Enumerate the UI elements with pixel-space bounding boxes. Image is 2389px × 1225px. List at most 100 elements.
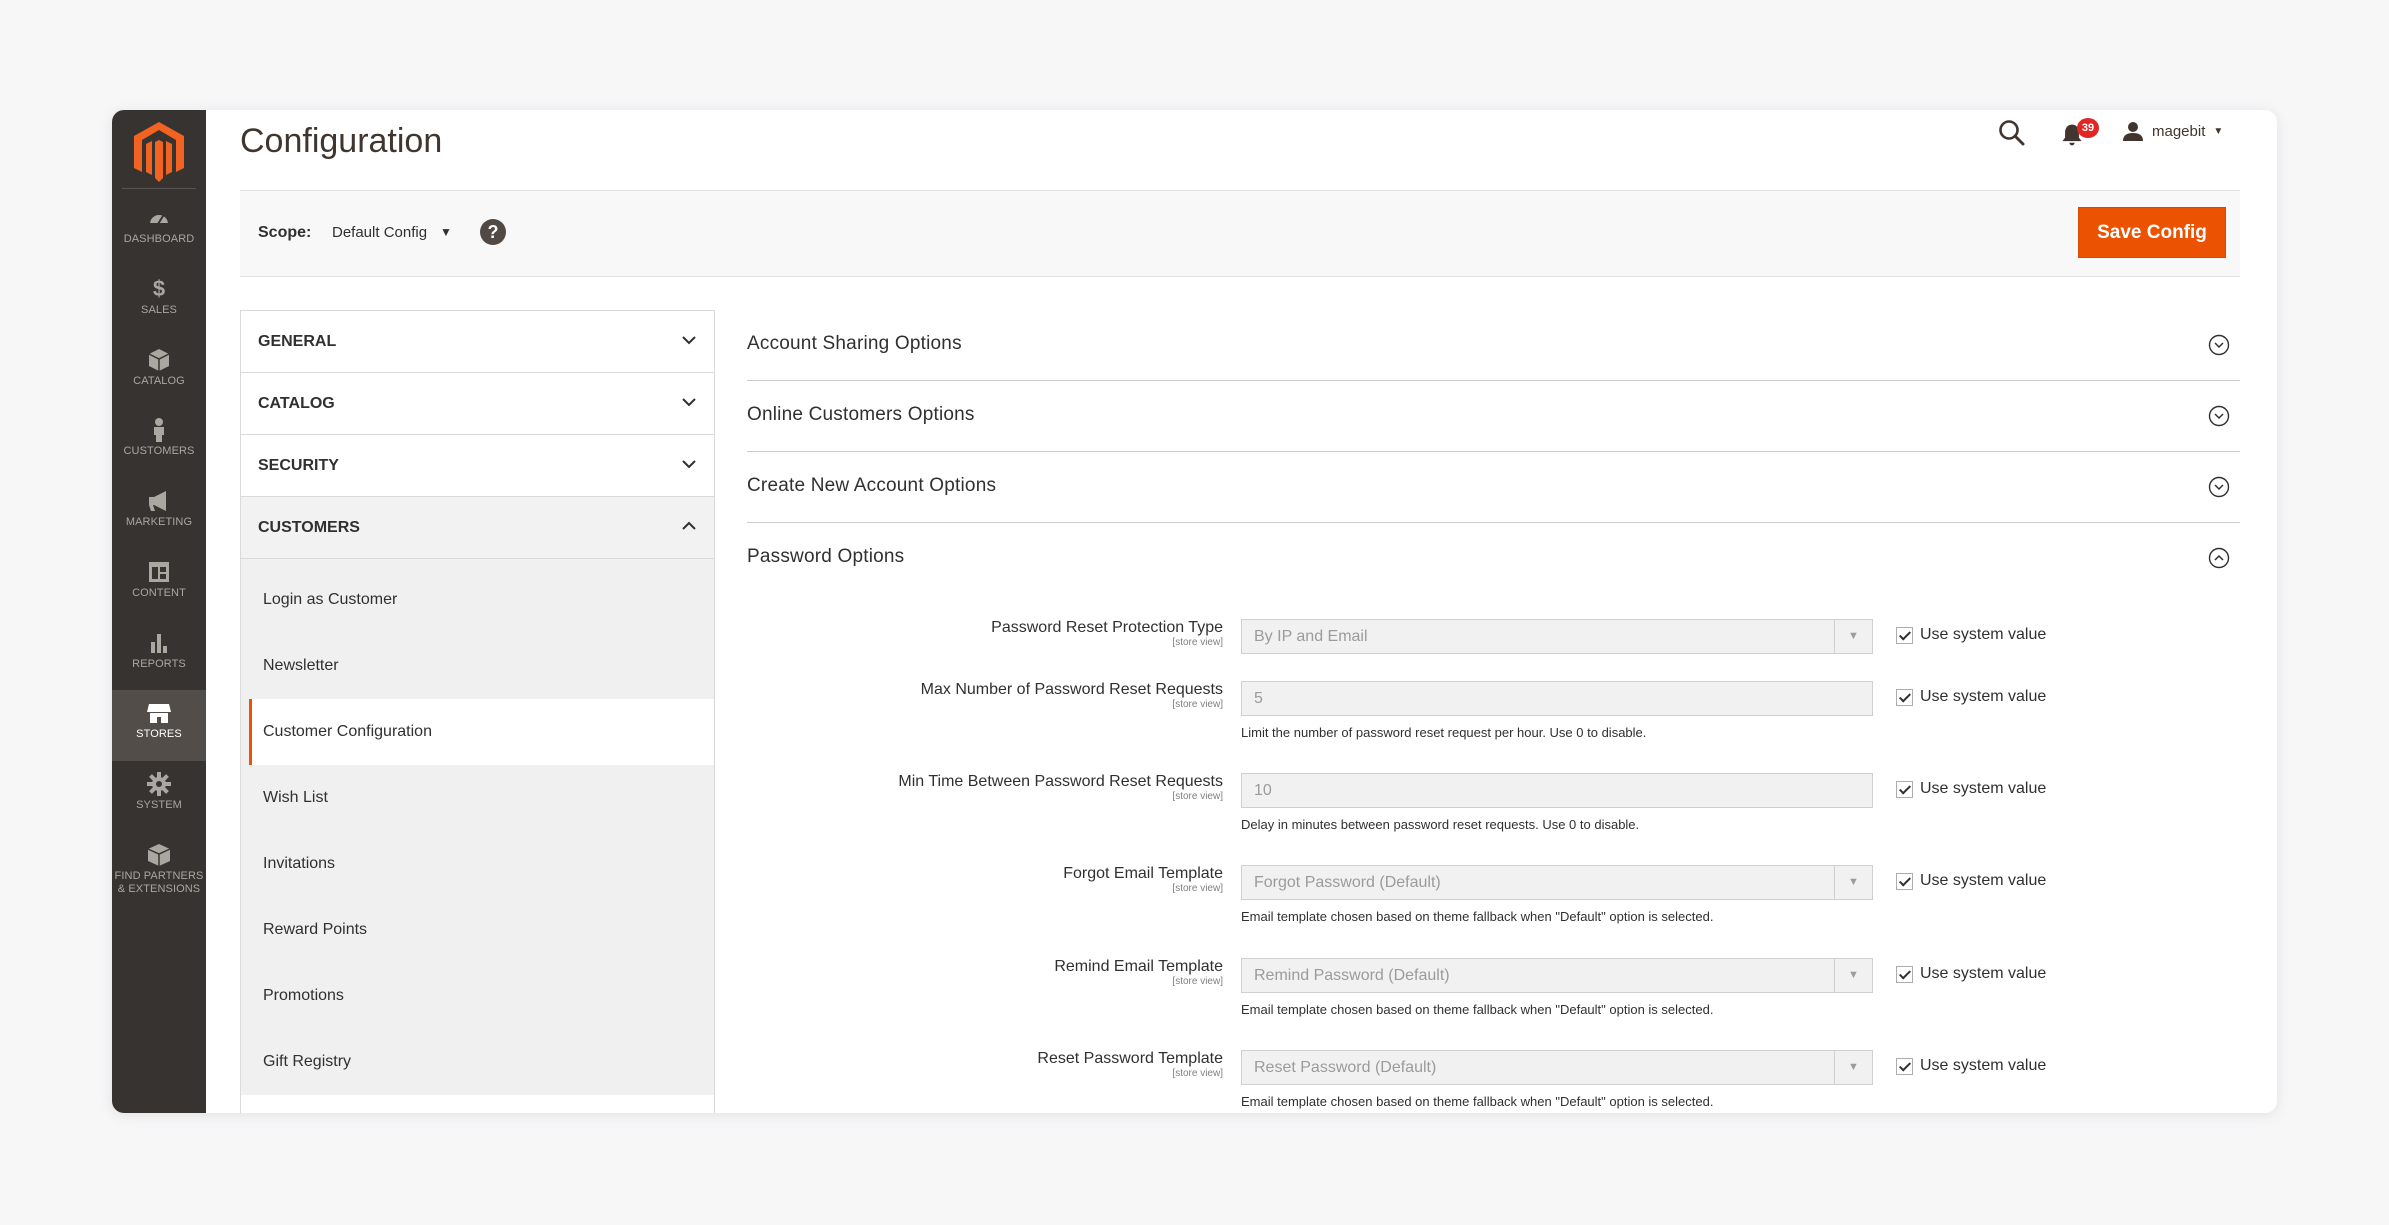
user-icon — [2123, 122, 2143, 141]
section-password-options[interactable]: Password Options — [747, 523, 2240, 594]
password-reset-protection-type-select[interactable]: By IP and Email ▼ — [1241, 619, 1873, 654]
notifications-button[interactable]: 39 — [2059, 118, 2099, 148]
subitem-promotions[interactable]: Promotions — [241, 963, 714, 1029]
cube-icon — [112, 347, 206, 373]
section-account-sharing-options[interactable]: Account Sharing Options — [747, 310, 2240, 381]
field-row: Max Number of Password Reset Requests [st… — [747, 681, 2240, 741]
scope-bar: Scope: Default Config ▼ ? — [240, 190, 2240, 277]
sidebar-item-dashboard[interactable]: DASHBOARD — [112, 195, 206, 266]
sidebar-item-label: STORES — [136, 728, 182, 740]
gear-icon — [112, 771, 206, 797]
use-system-value-label: Use system value — [1920, 688, 2047, 705]
field-label: Forgot Email Template — [1063, 865, 1223, 882]
scope-switcher[interactable]: Default Config — [332, 224, 427, 241]
sidebar-divider — [122, 188, 196, 189]
scope-hint: [store view] — [1172, 883, 1223, 894]
sidebar-item-reports[interactable]: REPORTS — [112, 620, 206, 691]
caret-down-icon: ▼ — [2213, 125, 2224, 137]
section-title: Create New Account Options — [747, 475, 997, 496]
field-row: Remind Email Template [store view] Remind … — [747, 958, 2240, 1018]
use-system-value-checkbox[interactable]: Use system value — [1896, 626, 2046, 644]
field-note: Email template chosen based on theme fal… — [1241, 909, 1714, 924]
checkbox-checked-icon — [1896, 780, 1913, 798]
section-title: Account Sharing Options — [747, 333, 962, 354]
megaphone-icon — [112, 488, 206, 514]
max-number-of-password-reset-requests-input[interactable]: 5 — [1241, 681, 1873, 716]
tab-catalog[interactable]: CATALOG — [241, 373, 714, 435]
use-system-value-label: Use system value — [1920, 626, 2047, 643]
field-value: 5 — [1254, 690, 1263, 707]
subitem-label: Login as Customer — [263, 591, 398, 608]
sidebar-item-sales[interactable]: $ SALES — [112, 266, 206, 337]
tab-customers[interactable]: CUSTOMERS — [241, 497, 714, 559]
field-label: Password Reset Protection Type — [991, 619, 1223, 636]
section-create-new-account-options[interactable]: Create New Account Options — [747, 452, 2240, 523]
sidebar-item-label: MARKETING — [125, 516, 193, 528]
tab-label: SECURITY — [258, 457, 339, 474]
sidebar-item-system[interactable]: SYSTEM — [112, 761, 206, 832]
sidebar-item-customers[interactable]: CUSTOMERS — [112, 407, 206, 478]
use-system-value-checkbox[interactable]: Use system value — [1896, 1057, 2046, 1075]
sidebar-item-marketing[interactable]: MARKETING — [112, 478, 206, 549]
section-title: Password Options — [747, 546, 905, 567]
reset-password-template-select[interactable]: Reset Password (Default) ▼ — [1241, 1050, 1873, 1085]
sidebar-item-label: SYSTEM — [136, 799, 182, 811]
subitem-gift-registry[interactable]: Gift Registry — [241, 1029, 714, 1095]
checkbox-checked-icon — [1896, 965, 1913, 983]
section-title: Online Customers Options — [747, 404, 975, 425]
subitem-reward-points[interactable]: Reward Points — [241, 897, 714, 963]
subitem-label: Customer Configuration — [263, 723, 432, 740]
sidebar-item-stores[interactable]: STORES — [112, 690, 206, 761]
use-system-value-label: Use system value — [1920, 780, 2047, 797]
search-icon[interactable] — [1997, 118, 2027, 148]
collapse-icon — [2208, 547, 2230, 569]
expand-icon — [2208, 405, 2230, 427]
sidebar-item-catalog[interactable]: CATALOG — [112, 337, 206, 408]
section-online-customers-options[interactable]: Online Customers Options — [747, 381, 2240, 452]
save-config-button[interactable]: Save Config — [2078, 207, 2226, 258]
scope-hint: [store view] — [1172, 1068, 1223, 1079]
magento-logo-icon[interactable] — [130, 120, 188, 184]
user-menu[interactable]: magebit ▼ — [2122, 120, 2223, 142]
subitem-label: Gift Registry — [263, 1053, 352, 1070]
sidebar-item-content[interactable]: CONTENT — [112, 549, 206, 620]
expand-icon — [2208, 334, 2230, 356]
checkbox-checked-icon — [1896, 626, 1913, 644]
caret-down-icon[interactable]: ▼ — [440, 225, 452, 239]
subitem-newsletter[interactable]: Newsletter — [241, 633, 714, 699]
forgot-email-template-select[interactable]: Forgot Password (Default) ▼ — [1241, 865, 1873, 900]
subitem-label: Newsletter — [263, 657, 339, 674]
dropdown-arrow-icon: ▼ — [1834, 1051, 1872, 1084]
use-system-value-checkbox[interactable]: Use system value — [1896, 780, 2046, 798]
tab-security[interactable]: SECURITY — [241, 435, 714, 497]
subitem-wish-list[interactable]: Wish List — [241, 765, 714, 831]
dropdown-arrow-icon: ▼ — [1834, 620, 1872, 653]
subitem-login-as-customer[interactable]: Login as Customer — [241, 567, 714, 633]
subitem-invitations[interactable]: Invitations — [241, 831, 714, 897]
tab-general[interactable]: GENERAL — [241, 311, 714, 373]
subitem-label: Wish List — [263, 789, 328, 806]
dropdown-arrow-icon: ▼ — [1834, 866, 1872, 899]
tab-label: CUSTOMERS — [258, 519, 360, 536]
use-system-value-checkbox[interactable]: Use system value — [1896, 965, 2046, 983]
person-icon — [112, 417, 206, 443]
subitem-label: Promotions — [263, 987, 344, 1004]
use-system-value-checkbox[interactable]: Use system value — [1896, 872, 2046, 890]
field-note: Email template chosen based on theme fal… — [1241, 1002, 1714, 1017]
admin-window: DASHBOARD $ SALES CATALOG CUSTOMERS MARKETING… — [112, 110, 2277, 1113]
use-system-value-checkbox[interactable]: Use system value — [1896, 688, 2046, 706]
sidebar-item-find[interactable]: FIND PARTNERS & EXTENSIONS — [112, 832, 206, 922]
sidebar-item-label: REPORTS — [132, 658, 186, 670]
help-icon[interactable]: ? — [480, 219, 506, 245]
field-note: Limit the number of password reset reque… — [1241, 725, 1647, 740]
subitem-label: Invitations — [263, 855, 336, 872]
subitem-customer-configuration[interactable]: Customer Configuration — [249, 699, 714, 765]
sidebar-item-label: CUSTOMERS — [123, 445, 195, 457]
field-note: Delay in minutes between password reset … — [1241, 817, 1640, 832]
scope-hint: [store view] — [1172, 976, 1223, 987]
min-time-between-password-reset-requests-input[interactable]: 10 — [1241, 773, 1873, 808]
field-label-wrap: Remind Email Template [store view] — [747, 958, 1223, 987]
use-system-value-label: Use system value — [1920, 1057, 2047, 1074]
tab-label: GENERAL — [258, 333, 337, 350]
remind-email-template-select[interactable]: Remind Password (Default) ▼ — [1241, 958, 1873, 993]
